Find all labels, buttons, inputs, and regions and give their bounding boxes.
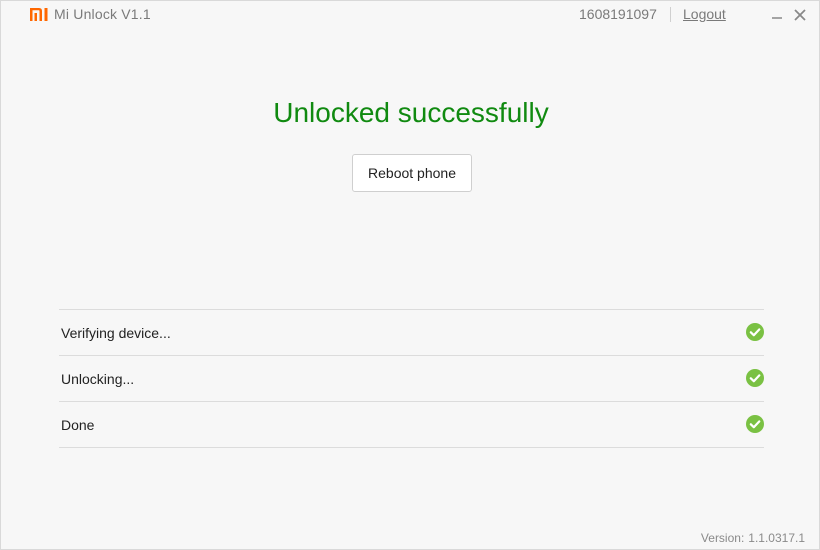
step-label: Verifying device... <box>61 325 171 341</box>
app-version: V1.1 <box>121 6 151 22</box>
step-row-unlocking: Unlocking... <box>59 356 764 402</box>
account-id: 1608191097 <box>579 6 657 22</box>
step-row-done: Done <box>59 402 764 448</box>
title-divider <box>670 7 671 22</box>
app-window: Mi Unlock V1.1 1608191097 Logout Unlocked… <box>0 0 820 550</box>
check-circle-icon <box>746 415 764 433</box>
version-label: Version: <box>700 531 745 545</box>
version-number: 1.1.0317.1 <box>748 531 805 545</box>
mi-logo-icon <box>30 8 48 21</box>
logout-link[interactable]: Logout <box>683 6 726 22</box>
check-circle-icon <box>746 323 764 341</box>
app-title: Mi Unlock V1.1 <box>54 6 151 22</box>
step-label: Done <box>61 417 95 433</box>
title-bar: Mi Unlock V1.1 1608191097 Logout <box>1 1 819 29</box>
check-circle-icon <box>746 369 764 387</box>
reboot-phone-button[interactable]: Reboot phone <box>352 154 472 192</box>
progress-steps-list: Verifying device... Unlocking... Done <box>59 309 764 448</box>
step-row-verifying: Verifying device... <box>59 310 764 356</box>
close-icon[interactable] <box>793 8 807 22</box>
version-footer: Version: 1.1.0317.1 <box>701 531 805 545</box>
status-headline: Unlocked successfully <box>273 97 549 128</box>
minimize-icon[interactable] <box>770 8 784 22</box>
step-label: Unlocking... <box>61 371 135 387</box>
app-name-text: Mi Unlock <box>54 6 118 22</box>
